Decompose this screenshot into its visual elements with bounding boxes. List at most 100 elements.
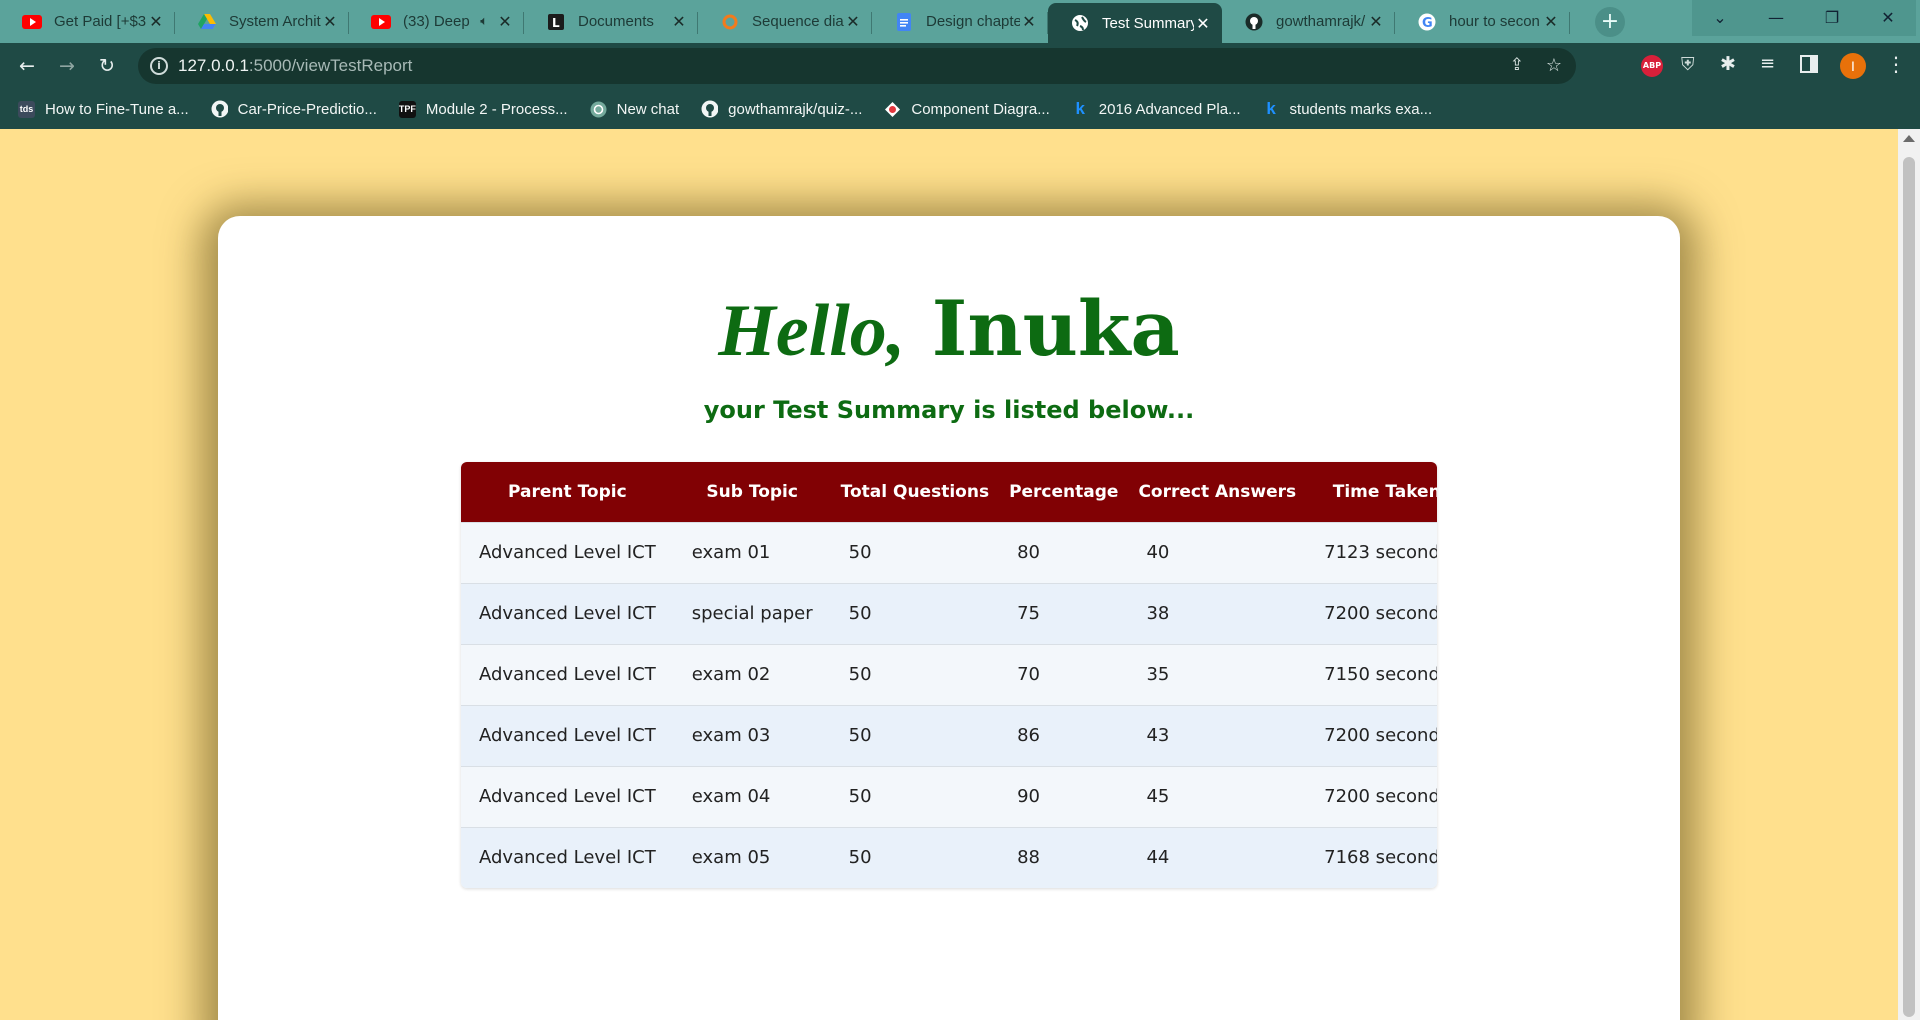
cell-correct-answers: 40 xyxy=(1146,542,1170,563)
cell-time-taken: 7200 seconds xyxy=(1324,725,1437,746)
cell-correct-answers: 38 xyxy=(1146,603,1170,624)
menu-kebab-icon[interactable]: ⋮ xyxy=(1886,52,1906,76)
tab-3[interactable]: (33) Deep 🔈︎ ✕ xyxy=(349,3,524,40)
tab-5[interactable]: Sequence diag ✕ xyxy=(698,3,872,40)
close-tab-icon[interactable]: ✕ xyxy=(1542,12,1560,31)
site-info-icon[interactable]: i xyxy=(150,57,168,75)
tab-1[interactable]: Get Paid [+$3 ✕ xyxy=(0,3,175,40)
scroll-up-arrow-icon[interactable] xyxy=(1903,135,1915,142)
close-tab-icon[interactable]: ✕ xyxy=(321,12,339,31)
bookmark-star-icon[interactable]: ☆ xyxy=(1546,55,1562,76)
cell-time-taken: 7200 seconds xyxy=(1324,786,1437,807)
k-icon: k xyxy=(1266,99,1276,118)
table-row: Advanced Level ICT exam 04 50 90 45 7200 seco… xyxy=(461,766,1437,827)
bookmark-item[interactable]: tds How to Fine-Tune a... xyxy=(18,100,189,118)
tab-7[interactable]: Test Summary ✕ xyxy=(1048,3,1222,43)
close-tab-icon[interactable]: ✕ xyxy=(844,12,862,31)
tab-4[interactable]: L Documents ✕ xyxy=(524,3,698,40)
user-name: Inuka xyxy=(931,284,1180,373)
bookmark-item[interactable]: k 2016 Advanced Pla... xyxy=(1072,99,1241,118)
adblock-extension-icon[interactable]: ABP xyxy=(1641,55,1663,77)
tab-6[interactable]: Design chapte ✕ xyxy=(872,3,1048,40)
cell-time-taken: 7168 seconds xyxy=(1324,847,1437,869)
close-tab-icon[interactable]: ✕ xyxy=(1367,12,1385,31)
scrollbar-thumb[interactable] xyxy=(1903,157,1915,1017)
tab-title: Get Paid [+$3 xyxy=(54,13,147,30)
diagram-icon xyxy=(884,101,901,118)
media-controls-icon[interactable]: ≡ xyxy=(1760,53,1775,74)
share-icon[interactable]: ⇪ xyxy=(1510,55,1524,75)
column-header-time-taken: Time Taken xyxy=(1332,481,1437,502)
bookmark-item[interactable]: k students marks exa... xyxy=(1263,99,1432,118)
cell-total-questions: 50 xyxy=(848,725,872,746)
tab-strip: Get Paid [+$3 ✕ System Archit ✕ (33) Deep 🔈︎ ✕… xyxy=(0,0,1920,43)
column-header-sub-topic: Sub Topic xyxy=(706,481,798,502)
close-tab-icon[interactable]: ✕ xyxy=(670,12,688,31)
cell-time-taken: 7150 seconds xyxy=(1324,664,1437,685)
close-tab-icon[interactable]: ✕ xyxy=(496,12,514,31)
cell-correct-answers: 35 xyxy=(1146,664,1170,685)
tpf-icon: TPF xyxy=(398,100,416,118)
close-tab-icon[interactable]: ✕ xyxy=(1020,12,1038,31)
bookmark-label: 2016 Advanced Pla... xyxy=(1098,100,1241,118)
profile-avatar[interactable]: I xyxy=(1840,53,1866,79)
greeting-text: Hello, xyxy=(718,290,906,372)
cell-correct-answers: 43 xyxy=(1146,725,1170,746)
reload-icon[interactable]: ↻ xyxy=(95,54,119,78)
cell-parent-topic: Advanced Level ICT xyxy=(479,664,656,685)
table-header-row: Parent Topic Sub Topic Total Questions Perc… xyxy=(461,462,1437,522)
tds-icon: tds xyxy=(18,100,35,118)
document-icon: L xyxy=(546,12,566,32)
tab-9[interactable]: Ghour to secon ✕ xyxy=(1395,3,1570,40)
shield-extension-icon[interactable]: ⛨ xyxy=(1681,54,1695,75)
google-docs-icon xyxy=(894,12,914,32)
close-window-button[interactable]: ✕ xyxy=(1860,0,1916,36)
tab-title: Design chapte xyxy=(926,13,1020,30)
google-icon: G xyxy=(1417,12,1437,32)
bookmark-item[interactable]: TPF Module 2 - Process... xyxy=(398,100,568,118)
chatgpt-icon xyxy=(590,101,607,118)
new-tab-button[interactable]: + xyxy=(1595,7,1625,37)
github-icon xyxy=(1244,12,1264,32)
close-tab-icon[interactable]: ✕ xyxy=(1194,14,1212,33)
side-panel-icon[interactable] xyxy=(1800,55,1818,73)
bookmark-label: Module 2 - Process... xyxy=(425,100,568,118)
cell-parent-topic: Advanced Level ICT xyxy=(479,725,656,746)
close-tab-icon[interactable]: ✕ xyxy=(147,12,165,31)
bookmark-label: New chat xyxy=(616,100,680,118)
bookmark-item[interactable]: gowthamrajk/quiz-... xyxy=(701,101,862,118)
table-row: Advanced Level ICT exam 01 50 80 40 7123 seco… xyxy=(461,522,1437,583)
tab-search-button[interactable]: ⌄ xyxy=(1692,0,1748,36)
k-icon: k xyxy=(1075,99,1085,118)
tab-title: System Archit xyxy=(229,13,321,30)
svg-text:G: G xyxy=(1422,16,1433,31)
back-icon[interactable]: ← xyxy=(15,54,39,78)
cell-percentage: 75 xyxy=(1017,603,1040,624)
bookmark-label: Car-Price-Predictio... xyxy=(237,100,377,118)
tab-title: Sequence diag xyxy=(752,13,844,30)
tab-title: hour to secon xyxy=(1449,13,1540,30)
extensions-puzzle-icon[interactable]: ✱ xyxy=(1720,53,1736,75)
speaker-icon[interactable]: 🔈︎ xyxy=(480,14,488,29)
minimize-button[interactable]: — xyxy=(1748,0,1804,36)
page-viewport: Hello, Inuka your Test Summary is listed… xyxy=(0,129,1898,1020)
tab-title: Test Summary xyxy=(1102,14,1194,32)
cell-percentage: 70 xyxy=(1017,664,1040,685)
cell-correct-answers: 44 xyxy=(1146,847,1170,869)
sequence-icon xyxy=(720,12,740,32)
bookmark-item[interactable]: New chat xyxy=(590,100,680,118)
url-text[interactable]: 127.0.0.1:5000/viewTestReport xyxy=(178,56,412,76)
column-header-total-questions: Total Questions xyxy=(840,481,990,502)
bookmark-item[interactable]: Component Diagra... xyxy=(884,101,1050,118)
cell-parent-topic: Advanced Level ICT xyxy=(479,542,656,563)
cell-parent-topic: Advanced Level ICT xyxy=(479,847,656,869)
vertical-scrollbar[interactable] xyxy=(1898,129,1920,1020)
browser-toolbar: ← → ↻ i 127.0.0.1:5000/viewTestReport ☆ … xyxy=(0,43,1920,89)
bookmark-item[interactable]: Car-Price-Predictio... xyxy=(211,101,377,118)
address-bar[interactable]: i 127.0.0.1:5000/viewTestReport ☆ ⇪ xyxy=(138,48,1576,84)
forward-icon[interactable]: → xyxy=(55,54,79,78)
restore-button[interactable]: ❐ xyxy=(1804,0,1860,36)
tab-2[interactable]: System Archit ✕ xyxy=(175,3,349,40)
tab-8[interactable]: gowthamrajk/✕ xyxy=(1222,3,1395,40)
cell-percentage: 88 xyxy=(1017,847,1040,869)
